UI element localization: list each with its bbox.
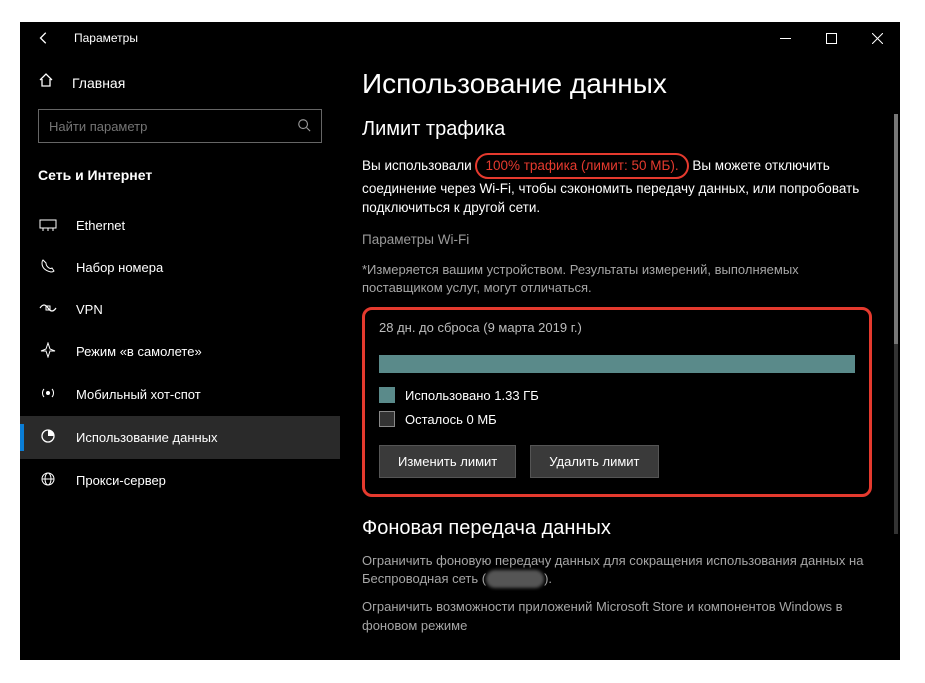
settings-window: Параметры Главная Се [20, 22, 900, 660]
background-data-desc-2: Ограничить возможности приложений Micros… [362, 598, 872, 634]
home-nav[interactable]: Главная [20, 62, 340, 103]
sidebar: Главная Сеть и Интернет Ethernet Наб [20, 54, 340, 660]
window-title: Параметры [68, 31, 138, 45]
sidebar-item-label: VPN [76, 302, 103, 317]
background-data-desc-1: Ограничить фоновую передачу данных для с… [362, 552, 872, 588]
sidebar-item-vpn[interactable]: VPN [20, 289, 340, 330]
close-button[interactable] [854, 22, 900, 54]
used-legend: Использовано 1.33 ГБ [379, 387, 855, 403]
delete-limit-button[interactable]: Удалить лимит [530, 445, 658, 478]
remaining-label: Осталось 0 МБ [405, 412, 497, 427]
wifi-settings-link[interactable]: Параметры Wi-Fi [362, 232, 872, 247]
titlebar: Параметры [20, 22, 900, 54]
change-limit-button[interactable]: Изменить лимит [379, 445, 516, 478]
limit-panel: 28 дн. до сброса (9 марта 2019 г.) Испол… [362, 307, 872, 497]
data-usage-icon [38, 428, 58, 447]
sidebar-item-ethernet[interactable]: Ethernet [20, 205, 340, 246]
sidebar-item-label: Мобильный хот-спот [76, 387, 201, 402]
search-icon [297, 118, 311, 135]
sidebar-item-label: Ethernet [76, 218, 125, 233]
back-button[interactable] [20, 22, 68, 54]
background-data-title: Фоновая передача данных [362, 517, 872, 540]
remaining-swatch [379, 411, 395, 427]
hotspot-icon [38, 385, 58, 404]
minimize-button[interactable] [762, 22, 808, 54]
sidebar-item-airplane[interactable]: Режим «в самолете» [20, 330, 340, 373]
section-title: Лимит трафика [362, 118, 872, 141]
home-icon [38, 72, 56, 93]
content-scrollbar[interactable] [894, 114, 898, 534]
usage-progress-bar [379, 355, 855, 373]
traffic-description: Вы использовали 100% трафика (лимит: 50 … [362, 153, 872, 218]
sidebar-item-label: Набор номера [76, 260, 163, 275]
sidebar-item-data-usage[interactable]: Использование данных [20, 416, 340, 459]
sidebar-item-dialup[interactable]: Набор номера [20, 246, 340, 289]
traffic-highlight: 100% трафика (лимит: 50 МБ). [475, 153, 688, 179]
measurement-note: *Измеряется вашим устройством. Результат… [362, 261, 872, 297]
sidebar-item-hotspot[interactable]: Мобильный хот-спот [20, 373, 340, 416]
home-label: Главная [72, 75, 125, 91]
sidebar-item-label: Использование данных [76, 430, 218, 445]
sidebar-item-label: Режим «в самолете» [76, 344, 202, 359]
sidebar-item-proxy[interactable]: Прокси-сервер [20, 459, 340, 502]
remaining-legend: Осталось 0 МБ [379, 411, 855, 427]
used-label: Использовано 1.33 ГБ [405, 388, 539, 403]
reset-countdown: 28 дн. до сброса (9 марта 2019 г.) [379, 320, 855, 335]
vpn-icon [38, 301, 58, 318]
used-swatch [379, 387, 395, 403]
network-name-redacted: xxxx [486, 570, 544, 588]
phone-icon [38, 258, 58, 277]
sidebar-section-header: Сеть и Интернет [20, 157, 340, 193]
scrollbar-thumb[interactable] [894, 114, 898, 344]
search-input-wrapper[interactable] [38, 109, 322, 143]
maximize-button[interactable] [808, 22, 854, 54]
ethernet-icon [38, 217, 58, 234]
proxy-icon [38, 471, 58, 490]
airplane-icon [38, 342, 58, 361]
sidebar-item-label: Прокси-сервер [76, 473, 166, 488]
content-area: Использование данных Лимит трафика Вы ис… [340, 54, 900, 660]
search-input[interactable] [49, 119, 297, 134]
page-title: Использование данных [362, 68, 872, 100]
